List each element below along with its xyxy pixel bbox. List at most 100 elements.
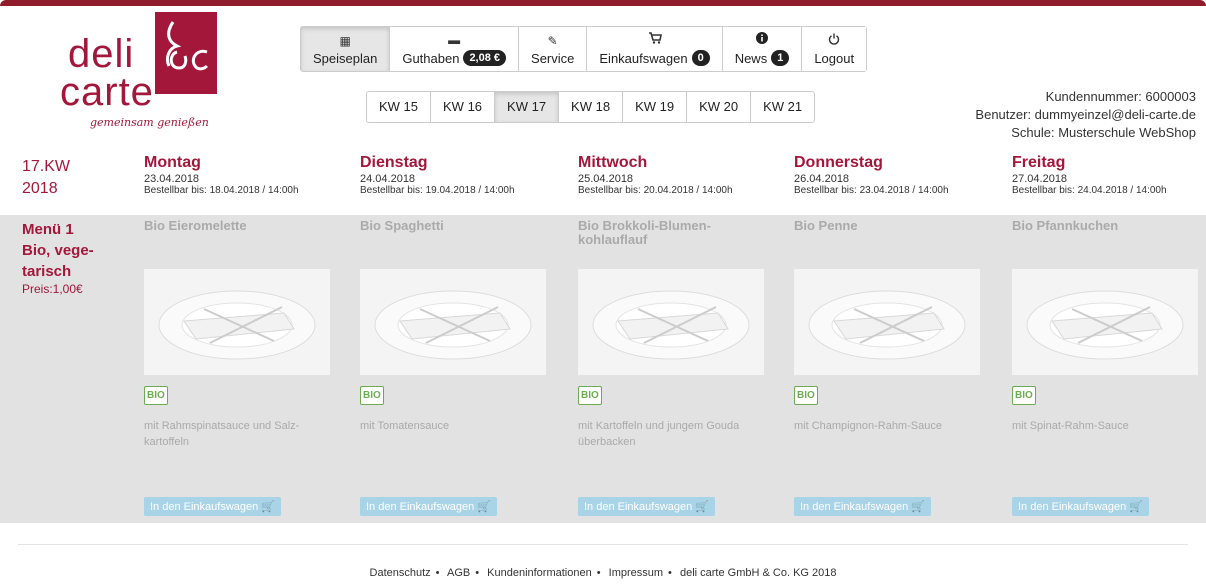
footer-link-kundeninformationen[interactable]: Kundeninformationen bbox=[487, 567, 592, 579]
nav-speiseplan-button[interactable]: ▦ Speiseplan bbox=[301, 27, 391, 71]
calendar-icon: ▦ bbox=[339, 33, 351, 48]
dish-description: mit Tomatensauce bbox=[360, 420, 450, 432]
nav-cart-label: Einkaufswagen bbox=[599, 50, 688, 66]
week-tab-20[interactable]: KW 20 bbox=[687, 92, 752, 122]
add-to-cart-label: In den Einkaufswagen bbox=[150, 501, 259, 513]
dish-image bbox=[144, 269, 330, 375]
dish-name: Bio Eieromelette bbox=[144, 218, 247, 233]
customer-school: Schule: Musterschule WebShop bbox=[1011, 125, 1196, 140]
day-header-dienstag: Dienstag 24.04.2018 Bestellbar bis: 19.0… bbox=[360, 154, 560, 196]
nav-speiseplan-label: Speiseplan bbox=[313, 50, 378, 66]
bio-badge: BIO bbox=[794, 386, 818, 405]
footer-link-impressum[interactable]: Impressum bbox=[609, 567, 663, 579]
dish-image bbox=[794, 269, 980, 375]
dish-name: Bio Spaghetti bbox=[360, 218, 444, 233]
cart-icon: 🛒 bbox=[695, 501, 710, 513]
day-order-deadline: Bestellbar bis: 23.04.2018 / 14:00h bbox=[794, 185, 949, 196]
footer-divider bbox=[18, 544, 1188, 545]
deli-carte-logo[interactable]: deli carte gemeinsam genießen bbox=[60, 12, 230, 132]
dish-image bbox=[578, 269, 764, 375]
bio-badge: BIO bbox=[360, 386, 384, 405]
day-name: Montag bbox=[144, 154, 201, 171]
cart-icon: 🛒 bbox=[477, 501, 492, 513]
nav-news-label: News bbox=[734, 50, 768, 66]
cart-icon bbox=[648, 32, 662, 48]
nav-guthaben-button[interactable]: ▬ Guthaben 2,08 € bbox=[390, 27, 520, 71]
app-frame: deli carte gemeinsam genießen ▦ Speisepl… bbox=[0, 0, 1206, 584]
day-order-deadline: Bestellbar bis: 20.04.2018 / 14:00h bbox=[578, 185, 733, 196]
dish-card-dienstag: Bio Spaghetti BIO mit Tomatensauce In de… bbox=[360, 218, 546, 516]
nav-logout-button[interactable]: Logout bbox=[802, 27, 867, 71]
customer-info: Kundennummer: 6000003 Benutzer: dummyein… bbox=[975, 88, 1196, 142]
menu-title-line: Menü 1 bbox=[22, 221, 74, 238]
nav-service-button[interactable]: ✎ Service bbox=[519, 27, 588, 71]
week-tab-17[interactable]: KW 17 bbox=[495, 92, 560, 122]
menu-title-line: Bio, vege- bbox=[22, 242, 94, 259]
dish-card-freitag: Bio Pfannkuchen BIO mit Spinat-Rahm-Sauc… bbox=[1012, 219, 1198, 516]
footer-link-datenschutz[interactable]: Datenschutz bbox=[370, 567, 431, 579]
add-to-cart-button[interactable]: In den Einkaufswagen 🛒 bbox=[360, 497, 498, 516]
add-to-cart-button[interactable]: In den Einkaufswagen 🛒 bbox=[794, 497, 932, 516]
dish-image bbox=[360, 269, 546, 375]
day-order-deadline: Bestellbar bis: 19.04.2018 / 14:00h bbox=[360, 185, 515, 196]
week-tab-21[interactable]: KW 21 bbox=[751, 92, 814, 122]
day-header-montag: Montag 23.04.2018 Bestellbar bis: 18.04.… bbox=[144, 154, 344, 196]
kw-year: 2018 bbox=[22, 180, 58, 197]
power-icon bbox=[828, 33, 840, 49]
card-icon: ▬ bbox=[448, 33, 461, 47]
day-date: 24.04.2018 bbox=[360, 173, 416, 185]
dish-name: Bio Penne bbox=[794, 218, 858, 233]
dish-description: mit Kartoffeln und jungem Gouda überback… bbox=[578, 420, 740, 448]
bio-badge: BIO bbox=[1012, 386, 1036, 405]
day-date: 23.04.2018 bbox=[144, 173, 200, 185]
day-header-freitag: Freitag 27.04.2018 Bestellbar bis: 24.04… bbox=[1012, 154, 1206, 196]
balance-badge: 2,08 € bbox=[463, 50, 507, 66]
add-to-cart-button[interactable]: In den Einkaufswagen 🛒 bbox=[1012, 497, 1150, 516]
footer: Datenschutz • AGB • Kundeninformationen • I… bbox=[369, 567, 837, 579]
info-icon bbox=[756, 32, 768, 48]
add-to-cart-button[interactable]: In den Einkaufswagen 🛒 bbox=[578, 497, 716, 516]
week-tab-18[interactable]: KW 18 bbox=[559, 92, 624, 122]
dish-name: Bio Brokkoli-Blumen-kohlauflauf bbox=[578, 218, 711, 247]
dish-description: mit Champignon-Rahm-Sauce bbox=[794, 420, 942, 432]
dish-description: mit Rahmspinatsauce und Salz-kartoffeln bbox=[144, 420, 300, 448]
week-tab-19[interactable]: KW 19 bbox=[623, 92, 688, 122]
nav-news-button[interactable]: News 1 bbox=[722, 27, 803, 71]
logo-word-carte: carte bbox=[60, 70, 154, 114]
footer-copyright: deli carte GmbH & Co. KG 2018 bbox=[679, 567, 837, 579]
pencil-icon: ✎ bbox=[547, 33, 558, 48]
dish-card-donnerstag: Bio Penne BIO mit Champignon-Rahm-Sauce … bbox=[794, 218, 980, 516]
add-to-cart-label: In den Einkaufswagen bbox=[584, 501, 693, 513]
bio-badge: BIO bbox=[144, 386, 168, 405]
logo-mark bbox=[155, 12, 217, 94]
dish-card-montag: Bio Eieromelette BIO mit Rahmspinatsauce… bbox=[144, 218, 330, 516]
day-name: Freitag bbox=[1012, 154, 1066, 171]
nav-logout-label: Logout bbox=[814, 50, 855, 66]
week-tab-15[interactable]: KW 15 bbox=[367, 92, 432, 122]
add-to-cart-label: In den Einkaufswagen bbox=[800, 501, 909, 513]
cart-count-badge: 0 bbox=[691, 50, 710, 66]
day-order-deadline: Bestellbar bis: 24.04.2018 / 14:00h bbox=[1012, 185, 1167, 196]
cart-icon: 🛒 bbox=[911, 501, 926, 513]
news-count-badge: 1 bbox=[771, 50, 790, 66]
day-date: 25.04.2018 bbox=[578, 173, 634, 185]
day-date: 26.04.2018 bbox=[794, 173, 850, 185]
main-nav: ▦ Speiseplan ▬ Guthaben 2,08 € ✎ Service… bbox=[300, 26, 868, 72]
customer-user: Benutzer: dummyeinzel@deli-carte.de bbox=[975, 107, 1196, 122]
menu-label: Menü 1 Bio, vege- tarisch Preis:1,00€ bbox=[22, 219, 132, 296]
day-name: Donnerstag bbox=[794, 154, 883, 171]
nav-cart-button[interactable]: Einkaufswagen 0 bbox=[587, 27, 723, 71]
add-to-cart-button[interactable]: In den Einkaufswagen 🛒 bbox=[144, 497, 282, 516]
week-tab-16[interactable]: KW 16 bbox=[431, 92, 496, 122]
dish-description: mit Spinat-Rahm-Sauce bbox=[1012, 420, 1129, 432]
nav-service-label: Service bbox=[531, 50, 575, 66]
day-name: Mittwoch bbox=[578, 154, 648, 171]
day-date: 27.04.2018 bbox=[1012, 173, 1068, 185]
dish-image bbox=[1012, 269, 1198, 375]
menu-price: Preis:1,00€ bbox=[22, 282, 83, 296]
logo-tagline: gemeinsam genießen bbox=[90, 116, 209, 129]
menu-title-line: tarisch bbox=[22, 263, 72, 280]
footer-link-agb[interactable]: AGB bbox=[447, 567, 470, 579]
dish-card-mittwoch: Bio Brokkoli-Blumen-kohlauflauf BIO mit … bbox=[578, 218, 764, 516]
nav-guthaben-label: Guthaben bbox=[402, 50, 460, 66]
